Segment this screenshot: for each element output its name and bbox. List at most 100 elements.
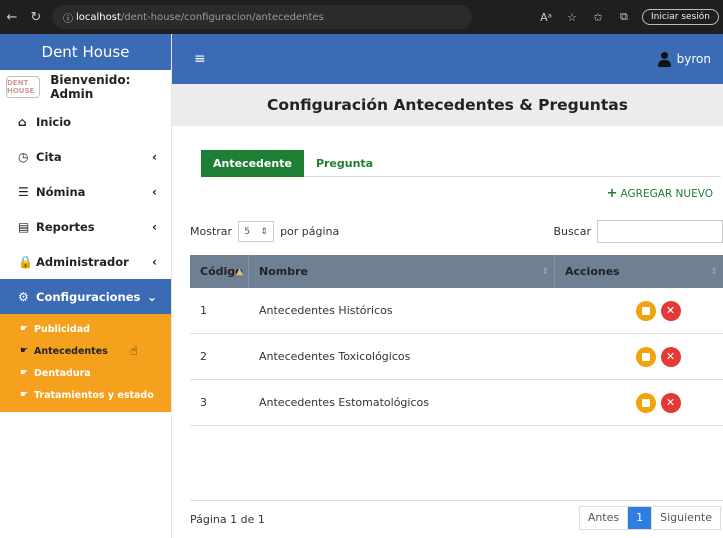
read-aloud-icon[interactable]: Aᵃ — [538, 11, 554, 24]
column-acciones[interactable]: Acciones ⇕ — [555, 255, 723, 288]
table-empty-space — [190, 426, 723, 506]
search-control: Buscar — [553, 220, 723, 243]
table-row: 2 Antecedentes Toxicológicos ✕ — [190, 334, 723, 380]
home-icon: ⌂ — [18, 114, 27, 129]
search-input[interactable] — [597, 220, 723, 243]
edit-icon — [641, 398, 650, 407]
edit-button[interactable] — [635, 300, 656, 321]
select-arrows-icon: ⇕ — [260, 226, 268, 237]
column-nombre[interactable]: Nombre ⇕ — [249, 255, 555, 288]
list-icon: ☰ — [18, 184, 29, 199]
per-page-value: 5 — [244, 226, 250, 237]
back-icon[interactable]: ← — [0, 10, 24, 25]
cell-codigo: 3 — [200, 396, 207, 409]
delete-button[interactable]: ✕ — [660, 346, 681, 367]
sidebar-nav: ⌂ Inicio ◷ Cita ‹ ☰ Nómina ‹ ▤ Reportes ‹ 🔒 Administ… — [0, 104, 171, 314]
cell-codigo: 2 — [200, 350, 207, 363]
add-new-label: AGREGAR NUEVO — [620, 187, 713, 200]
tab-pregunta[interactable]: Pregunta — [304, 150, 385, 177]
sidebar: Dent House DENT HOUSE Bienvenido: Admin … — [0, 34, 172, 538]
table-row: 3 Antecedentes Estomatológicos ✕ — [190, 380, 723, 426]
close-icon: ✕ — [665, 350, 676, 363]
welcome-text: Bienvenido: Admin — [50, 73, 131, 101]
browser-toolbar: ← ↻ ⓘ localhost/dent-house/configuracion… — [0, 0, 723, 34]
close-icon: ✕ — [665, 304, 676, 317]
sidebar-item-reportes[interactable]: ▤ Reportes ‹ — [0, 209, 171, 244]
sidebar-item-label: Reportes — [36, 219, 95, 234]
user-name: byron — [676, 52, 711, 66]
address-bar[interactable]: ⓘ localhost/dent-house/configuracion/ant… — [52, 5, 472, 29]
sidebar-item-administrador[interactable]: 🔒 Administrador ‹ — [0, 244, 171, 279]
collections-icon[interactable]: ⧉ — [616, 10, 632, 24]
cell-acciones: ✕ — [555, 288, 723, 333]
sort-icon: ⇕ — [710, 266, 718, 277]
sidebar-item-inicio[interactable]: ⌂ Inicio — [0, 104, 171, 139]
cell-acciones: ✕ — [555, 380, 723, 425]
tab-antecedente[interactable]: Antecedente — [201, 150, 304, 177]
info-icon[interactable]: ⓘ — [60, 10, 76, 25]
gears-icon: ⚙ — [18, 289, 29, 304]
file-icon: ▤ — [18, 219, 30, 234]
sidebar-item-cita[interactable]: ◷ Cita ‹ — [0, 139, 171, 174]
table-footer: Página 1 de 1 Antes 1 Siguiente — [190, 500, 723, 538]
cell-codigo: 1 — [200, 304, 207, 317]
page-1-button[interactable]: 1 — [628, 507, 653, 529]
close-icon: ✕ — [665, 396, 676, 409]
add-new-button[interactable]: + AGREGAR NUEVO — [607, 186, 713, 201]
logo-icon: DENT HOUSE — [6, 76, 41, 98]
configuraciones-submenu: ☛ Publicidad ☛ Antecedentes ☝ ☛ Dentadura ☛ Trat… — [0, 314, 171, 412]
show-label: Mostrar — [190, 225, 233, 238]
delete-button[interactable]: ✕ — [660, 300, 681, 321]
chevron-left-icon: ‹ — [152, 149, 157, 164]
table-row: 1 Antecedentes Históricos ✕ — [190, 288, 723, 334]
column-codigo[interactable]: Código ▲ — [190, 255, 249, 288]
column-nombre-label: Nombre — [259, 265, 308, 278]
hand-pointer-icon: ☛ — [20, 346, 29, 356]
user-menu[interactable]: byron — [657, 51, 711, 67]
column-acciones-label: Acciones — [565, 265, 620, 278]
favorites-icon[interactable]: ✩ — [590, 11, 606, 24]
chevron-down-icon: ⌄ — [146, 289, 157, 304]
sidebar-item-configuraciones[interactable]: ⚙ Configuraciones ⌄ — [0, 279, 171, 314]
edit-button[interactable] — [635, 346, 656, 367]
search-label: Buscar — [553, 225, 591, 238]
brand-title[interactable]: Dent House — [0, 34, 171, 70]
per-page-select[interactable]: 5 ⇕ — [238, 221, 275, 242]
submenu-item-tratamientos-y-estado[interactable]: ☛ Tratamientos y estado — [0, 384, 171, 406]
tab-bar: Antecedente Pregunta — [201, 150, 721, 177]
edit-icon — [641, 352, 650, 361]
prev-page-button[interactable]: Antes — [580, 507, 629, 529]
submenu-item-label: Publicidad — [34, 323, 90, 335]
submenu-item-antecedentes[interactable]: ☛ Antecedentes ☝ — [0, 340, 171, 362]
url-path: /dent-house/configuracion/antecedentes — [120, 11, 324, 23]
user-icon — [657, 51, 671, 67]
login-button[interactable]: Iniciar sesión — [641, 9, 719, 25]
main-content: Antecedente Pregunta + AGREGAR NUEVO Mos… — [172, 126, 723, 538]
sidebar-item-label: Configuraciones — [36, 289, 141, 304]
delete-button[interactable]: ✕ — [660, 392, 681, 413]
hand-pointer-icon: ☛ — [20, 324, 29, 334]
sidebar-item-label: Administrador — [36, 254, 129, 269]
table-header: Código ▲ Nombre ⇕ Acciones ⇕ — [190, 255, 723, 288]
submenu-item-dentadura[interactable]: ☛ Dentadura — [0, 362, 171, 384]
sidebar-item-label: Cita — [36, 149, 62, 164]
cell-nombre: Antecedentes Toxicológicos — [259, 350, 411, 363]
pagination: Antes 1 Siguiente — [578, 506, 721, 530]
edit-icon — [641, 306, 650, 315]
hand-pointer-icon: ☛ — [20, 368, 29, 378]
hamburger-menu-icon[interactable]: ≡ — [194, 51, 206, 67]
sidebar-item-label: Nómina — [36, 184, 86, 199]
hand-pointer-icon: ☛ — [20, 390, 29, 400]
favorite-add-icon[interactable]: ☆ — [564, 11, 580, 24]
sort-asc-icon: ▲ — [236, 266, 243, 277]
submenu-item-label: Tratamientos y estado — [34, 389, 154, 401]
submenu-item-label: Dentadura — [34, 367, 91, 379]
next-page-button[interactable]: Siguiente — [652, 507, 720, 529]
page-info: Página 1 de 1 — [190, 513, 265, 526]
refresh-icon[interactable]: ↻ — [24, 10, 48, 25]
edit-button[interactable] — [635, 392, 656, 413]
per-page-label: por página — [280, 225, 340, 238]
submenu-item-publicidad[interactable]: ☛ Publicidad — [0, 318, 171, 340]
sidebar-item-nomina[interactable]: ☰ Nómina ‹ — [0, 174, 171, 209]
mouse-cursor-icon: ☝ — [129, 343, 138, 359]
